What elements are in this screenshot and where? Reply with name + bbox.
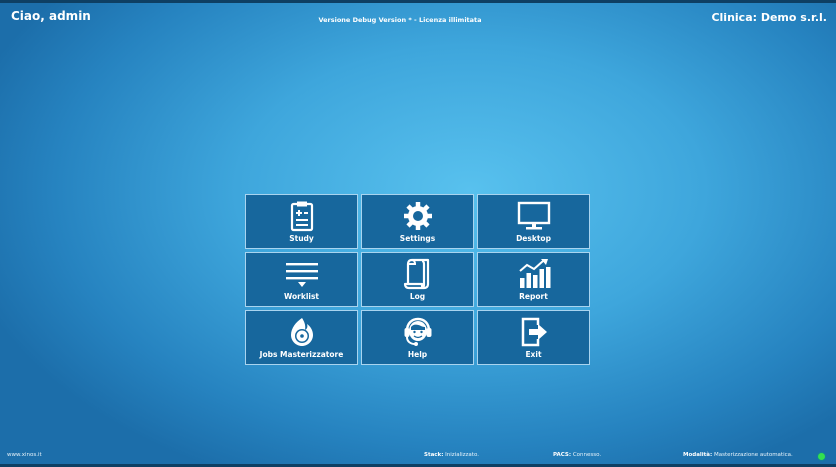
exit-button[interactable]: Exit xyxy=(477,310,590,365)
headset-icon xyxy=(362,316,473,348)
help-button[interactable]: Help xyxy=(361,310,474,365)
top-border xyxy=(0,0,836,3)
stack-value: Inizializzato. xyxy=(445,452,479,458)
stack-status: Stack: Inizializzato. xyxy=(424,452,479,458)
clipboard-icon xyxy=(246,200,357,232)
clinic-name: Clinica: Demo s.r.l. xyxy=(711,11,827,24)
pacs-status: PACS: Connesso. xyxy=(553,452,601,458)
jobs-masterizzatore-label: Jobs Masterizzatore xyxy=(259,350,344,359)
worklist-button[interactable]: Worklist xyxy=(245,252,358,307)
stack-label: Stack: xyxy=(424,452,444,458)
bar-chart-icon xyxy=(478,258,589,290)
website-link[interactable]: www.xinos.it xyxy=(7,452,42,458)
settings-button[interactable]: Settings xyxy=(361,194,474,249)
report-label: Report xyxy=(519,292,548,301)
version-info: Versione Debug Version * - Licenza illim… xyxy=(318,16,482,24)
monitor-icon xyxy=(478,200,589,232)
desktop-label: Desktop xyxy=(516,234,551,243)
mode-label: Modalità: xyxy=(683,452,713,458)
help-label: Help xyxy=(407,350,428,359)
log-label: Log xyxy=(409,292,426,301)
gear-icon xyxy=(362,200,473,232)
worklist-label: Worklist xyxy=(283,292,320,301)
scroll-icon xyxy=(362,258,473,290)
status-indicator-icon xyxy=(818,453,825,460)
mode-status: Modalità: Masterizzazione automatica. xyxy=(683,452,793,458)
jobs-masterizzatore-button[interactable]: Jobs Masterizzatore xyxy=(245,310,358,365)
exit-label: Exit xyxy=(525,350,542,359)
desktop-button[interactable]: Desktop xyxy=(477,194,590,249)
exit-door-icon xyxy=(478,316,589,348)
list-icon xyxy=(246,258,357,290)
pacs-label: PACS: xyxy=(553,452,572,458)
log-button[interactable]: Log xyxy=(361,252,474,307)
report-button[interactable]: Report xyxy=(477,252,590,307)
study-label: Study xyxy=(289,234,314,243)
settings-label: Settings xyxy=(399,234,436,243)
disc-burner-icon xyxy=(246,316,357,348)
study-button[interactable]: Study xyxy=(245,194,358,249)
pacs-value: Connesso. xyxy=(572,452,602,458)
main-menu-grid: Study Settings Desktop Worklist Log Repo… xyxy=(245,194,591,366)
mode-value: Masterizzazione automatica. xyxy=(713,452,793,458)
